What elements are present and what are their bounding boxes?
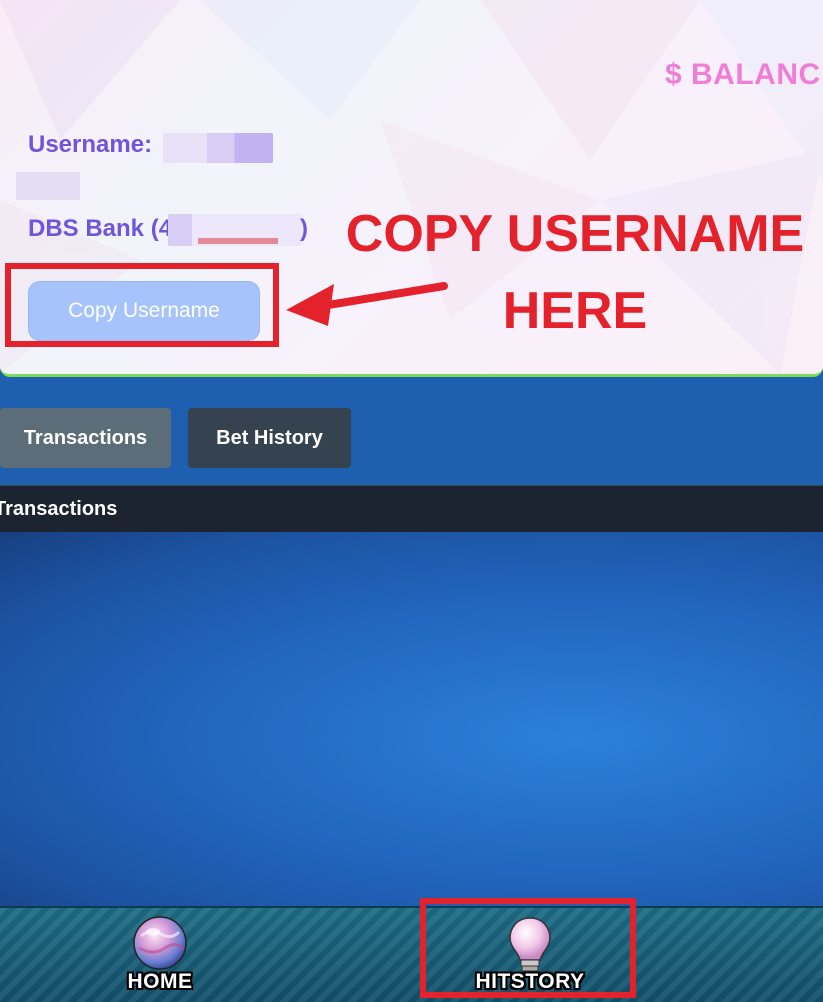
annotation-line-2: HERE [502, 282, 648, 340]
username-label: Username: [28, 131, 153, 158]
balance-label: $ BALANC [665, 58, 821, 91]
username-value-redacted [162, 132, 273, 163]
highlight-box-history [420, 898, 636, 998]
bottom-nav: HOME HITSTORY [0, 906, 823, 1002]
transactions-content [0, 532, 823, 906]
nav-home-label: HOME [127, 970, 193, 993]
annotation-line-1: COPY USERNAME [345, 205, 805, 263]
globe-icon [133, 916, 187, 970]
bank-label-suffix: ) [300, 215, 308, 242]
tab-bet-history[interactable]: Bet History [188, 408, 351, 468]
tab-bar: Transactions Bet History [0, 388, 823, 484]
username-row: Username: [28, 131, 273, 163]
highlight-box-copy-button [5, 263, 279, 347]
username-value-redacted-line2 [16, 172, 80, 200]
nav-home[interactable]: HOME [110, 908, 210, 1002]
bank-account-redacted [168, 214, 302, 246]
bank-label: DBS Bank (4 [28, 215, 173, 242]
tab-transactions[interactable]: Transactions [0, 408, 171, 468]
section-title: Transactions [0, 485, 823, 533]
account-card: $ BALANC Username: DBS Bank (4 ) Copy Us… [0, 0, 823, 377]
